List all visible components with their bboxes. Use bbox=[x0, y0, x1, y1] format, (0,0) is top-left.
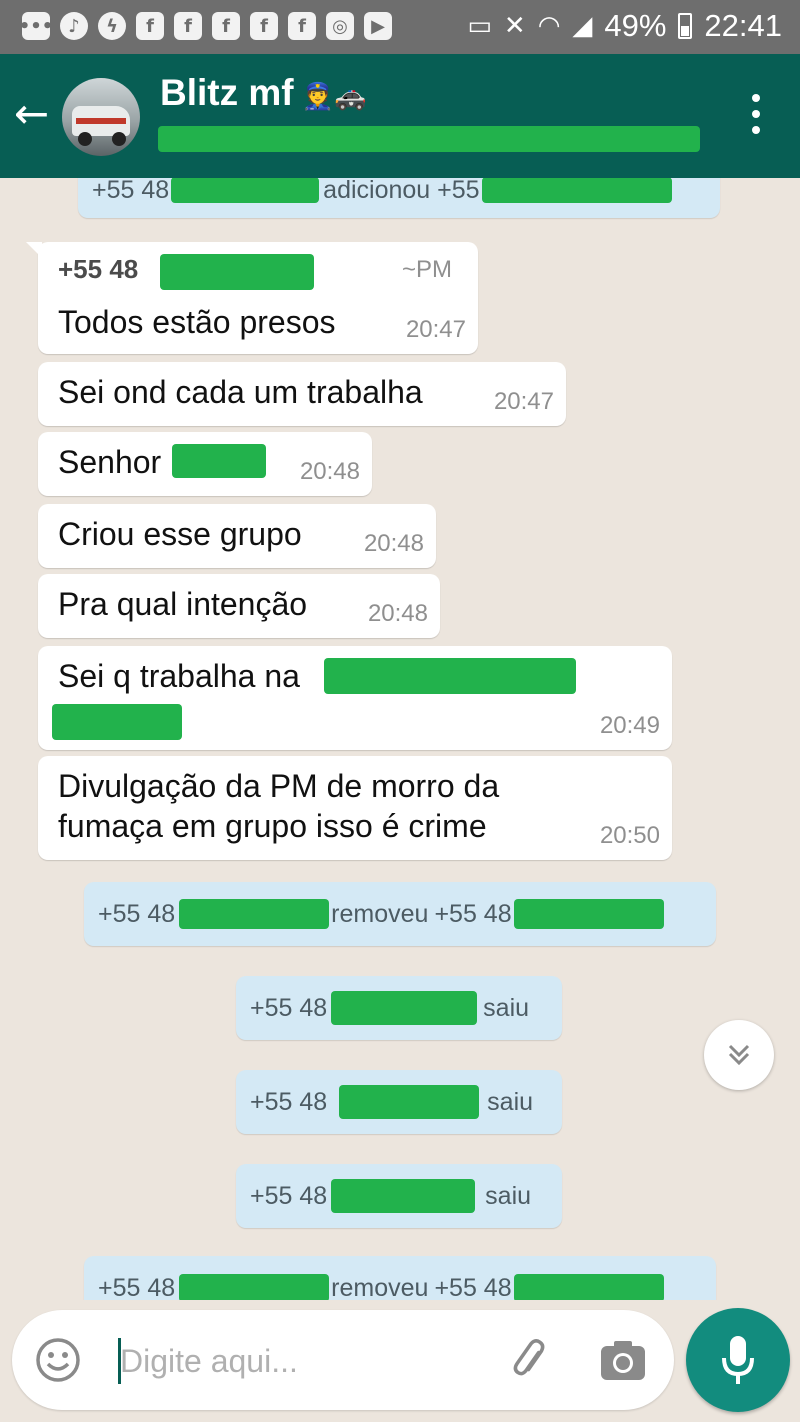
redacted-workplace bbox=[52, 704, 182, 740]
facebook-icon: f bbox=[174, 12, 202, 40]
message-bubble[interactable]: Sei ond cada um trabalha 20:47 bbox=[38, 362, 566, 426]
system-event: +55 48 adicionou +55 bbox=[78, 178, 720, 218]
system-event: +55 48 saiu bbox=[236, 1164, 562, 1228]
more-vert-icon[interactable] bbox=[750, 94, 762, 134]
message-bubble[interactable]: Divulgação da PM de morro da fumaça em g… bbox=[38, 756, 672, 860]
message-text: Pra qual intenção bbox=[58, 586, 308, 622]
redacted-number bbox=[171, 178, 320, 203]
redacted-number bbox=[179, 899, 330, 929]
event-action: removeu bbox=[331, 1273, 429, 1301]
music-icon: ♪ bbox=[60, 12, 88, 40]
mic-button[interactable] bbox=[686, 1308, 790, 1412]
redacted-number bbox=[160, 254, 314, 290]
system-event: +55 48 removeu +55 48 bbox=[84, 882, 716, 946]
messenger-icon: ϟ bbox=[98, 12, 126, 40]
paperclip-icon[interactable] bbox=[506, 1336, 556, 1386]
system-event: +55 48 saiu bbox=[236, 976, 562, 1040]
message-text: Todos estão presos bbox=[58, 304, 336, 340]
scroll-down-button[interactable] bbox=[704, 1020, 774, 1090]
message-time: 20:48 bbox=[299, 458, 360, 485]
message-text: Sei q trabalha na bbox=[58, 658, 300, 694]
message-text: Sei ond cada um trabalha bbox=[58, 374, 423, 410]
facebook-icon: f bbox=[288, 12, 316, 40]
message-bubble[interactable]: +55 48 ~PM Todos estão presos 20:47 bbox=[26, 242, 478, 354]
system-status: ▭ ✕ ◠ ◢ 49% 22:41 bbox=[467, 8, 782, 44]
signal-icon: ◢ bbox=[572, 11, 593, 41]
event-action: saiu bbox=[485, 1181, 532, 1210]
event-action: saiu bbox=[483, 993, 530, 1022]
message-bubble[interactable]: Senhor 20:48 bbox=[38, 432, 372, 496]
redacted-name bbox=[172, 444, 266, 478]
message-input[interactable] bbox=[120, 1336, 480, 1386]
double-chevron-down-icon bbox=[728, 1044, 750, 1066]
sender-push-name: ~PM bbox=[401, 256, 452, 283]
event-action: adicionou +55 bbox=[323, 178, 480, 204]
cast-icon: ▭ bbox=[467, 11, 492, 41]
message-text: fumaça em grupo isso é crime bbox=[58, 808, 487, 844]
event-number: +55 48 bbox=[250, 1087, 328, 1116]
participants-redacted bbox=[158, 126, 700, 152]
chat-icon: ••• bbox=[19, 12, 53, 40]
facebook-icon: f bbox=[212, 12, 240, 40]
event-target: +55 48 bbox=[434, 899, 512, 928]
message-bubble[interactable]: Criou esse grupo 20:48 bbox=[38, 504, 436, 568]
group-emoji: 👮🚓 bbox=[301, 82, 367, 112]
bubble-tail bbox=[26, 242, 42, 258]
event-target: +55 48 bbox=[434, 1273, 512, 1301]
message-time: 20:47 bbox=[405, 316, 466, 343]
wifi-icon: ◠ bbox=[537, 11, 561, 41]
youtube-icon: ▶ bbox=[364, 12, 392, 40]
system-event: +55 48 removeu +55 48 bbox=[84, 1256, 716, 1300]
event-number: +55 48 bbox=[98, 899, 176, 928]
message-text: Senhor bbox=[58, 444, 162, 480]
system-event: +55 48 saiu bbox=[236, 1070, 562, 1134]
message-text: Divulgação da PM de morro da bbox=[58, 768, 500, 804]
message-text: Criou esse grupo bbox=[58, 516, 302, 552]
status-bar: ••• ♪ ϟ f f f f f ◎ ▶ ▭ ✕ ◠ ◢ 49% 22:41 bbox=[0, 0, 800, 54]
group-name: Blitz mf bbox=[160, 72, 294, 113]
event-number: +55 48 bbox=[98, 1273, 176, 1301]
wheel-shape bbox=[112, 132, 126, 146]
redacted-number bbox=[513, 1274, 664, 1300]
arrow-left-icon[interactable]: ← bbox=[14, 90, 58, 138]
clock: 22:41 bbox=[704, 8, 782, 43]
redacted-number bbox=[331, 991, 478, 1025]
battery-icon bbox=[678, 13, 693, 39]
redacted-number bbox=[481, 178, 672, 203]
mute-icon: ✕ bbox=[503, 11, 526, 41]
redacted-number bbox=[513, 899, 664, 929]
redacted-workplace bbox=[324, 658, 576, 694]
event-action: saiu bbox=[487, 1087, 534, 1116]
event-number: +55 48 bbox=[92, 178, 170, 204]
camera-icon[interactable] bbox=[598, 1338, 648, 1384]
notification-icons: ••• ♪ ϟ f f f f f ◎ ▶ bbox=[19, 12, 392, 40]
group-avatar[interactable] bbox=[62, 78, 140, 156]
composer bbox=[12, 1310, 674, 1410]
event-number: +55 48 bbox=[250, 993, 328, 1022]
redacted-number bbox=[331, 1179, 476, 1213]
facebook-icon: f bbox=[136, 12, 164, 40]
instagram-icon: ◎ bbox=[326, 12, 354, 40]
redacted-number bbox=[339, 1085, 480, 1119]
smiley-icon[interactable] bbox=[34, 1336, 82, 1384]
message-bubble[interactable]: Pra qual intenção 20:48 bbox=[38, 574, 440, 638]
event-action: removeu bbox=[331, 899, 429, 928]
facebook-icon: f bbox=[250, 12, 278, 40]
group-title[interactable]: Blitz mf 👮🚓 bbox=[160, 72, 366, 114]
message-bubble[interactable]: Sei q trabalha na 20:49 bbox=[38, 646, 672, 750]
microphone-icon bbox=[722, 1336, 754, 1384]
message-time: 20:48 bbox=[363, 530, 424, 557]
redacted-number bbox=[179, 1274, 330, 1300]
message-time: 20:48 bbox=[367, 600, 428, 627]
message-time: 20:49 bbox=[599, 712, 660, 739]
chat-header: ← Blitz mf 👮🚓 bbox=[0, 54, 800, 178]
message-time: 20:50 bbox=[599, 822, 660, 849]
battery-percent: 49% bbox=[604, 8, 667, 43]
sender-number: +55 48 bbox=[58, 254, 139, 284]
chat-area[interactable]: +55 48 adicionou +55 +55 48 ~PM Todos es… bbox=[0, 178, 800, 1300]
message-time: 20:47 bbox=[493, 388, 554, 415]
event-number: +55 48 bbox=[250, 1181, 328, 1210]
wheel-shape bbox=[78, 132, 92, 146]
